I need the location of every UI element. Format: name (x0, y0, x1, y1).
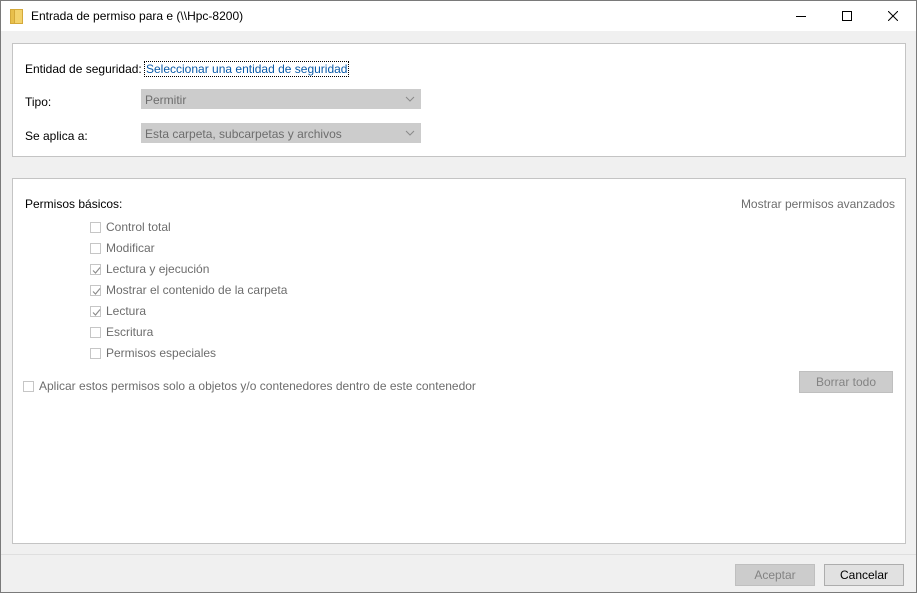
maximize-button[interactable] (824, 1, 870, 31)
type-select-value: Permitir (145, 93, 187, 107)
permission-read-execute[interactable]: Lectura y ejecución (90, 261, 209, 277)
type-select[interactable]: Permitir (141, 89, 421, 109)
checkbox[interactable] (90, 263, 101, 275)
ok-button[interactable]: Aceptar (735, 564, 815, 586)
permission-full-control[interactable]: Control total (90, 219, 171, 235)
permission-label: Modificar (106, 241, 155, 255)
minimize-button[interactable] (778, 1, 824, 31)
cancel-button[interactable]: Cancelar (824, 564, 904, 586)
checkbox[interactable] (90, 305, 101, 317)
close-button[interactable] (870, 1, 916, 31)
permission-label: Lectura (106, 304, 147, 318)
permission-entry-dialog: Entrada de permiso para e (\\Hpc-8200) E… (0, 0, 917, 593)
footer-divider (1, 554, 916, 555)
folder-icon (10, 8, 24, 24)
close-icon (888, 11, 898, 21)
minimize-icon (796, 16, 806, 17)
title-bar[interactable]: Entrada de permiso para e (\\Hpc-8200) (1, 1, 916, 31)
checkbox[interactable] (90, 284, 101, 296)
applies-to-label: Se aplica a: (25, 129, 88, 143)
checkbox[interactable] (90, 326, 101, 338)
checkmark-icon (92, 287, 101, 295)
checkmark-icon (92, 266, 101, 274)
maximize-icon (842, 11, 852, 21)
checkbox[interactable] (90, 347, 101, 359)
permission-special[interactable]: Permisos especiales (90, 345, 216, 361)
permission-label: Escritura (106, 325, 154, 339)
permission-read[interactable]: Lectura (90, 303, 146, 319)
chevron-down-icon (405, 130, 415, 136)
principal-panel: Entidad de seguridad: Seleccionar una en… (12, 43, 906, 157)
permission-label: Mostrar el contenido de la carpeta (106, 283, 288, 297)
window-title: Entrada de permiso para e (\\Hpc-8200) (31, 9, 244, 23)
permissions-panel: Permisos básicos: Mostrar permisos avanz… (12, 178, 906, 544)
permission-list-folder[interactable]: Mostrar el contenido de la carpeta (90, 282, 287, 298)
applies-to-select[interactable]: Esta carpeta, subcarpetas y archivos (141, 123, 421, 143)
apply-only-within-container[interactable]: Aplicar estos permisos solo a objetos y/… (23, 378, 476, 394)
checkbox[interactable] (23, 380, 34, 392)
permission-label: Control total (106, 220, 171, 234)
clear-all-button[interactable]: Borrar todo (799, 371, 893, 393)
show-advanced-permissions-link[interactable]: Mostrar permisos avanzados (741, 197, 895, 211)
apply-only-label: Aplicar estos permisos solo a objetos y/… (39, 379, 476, 393)
permission-modify[interactable]: Modificar (90, 240, 155, 256)
checkmark-icon (92, 308, 101, 316)
checkbox[interactable] (90, 221, 101, 233)
select-principal-link[interactable]: Seleccionar una entidad de seguridad (143, 61, 350, 77)
chevron-down-icon (405, 96, 415, 102)
permission-write[interactable]: Escritura (90, 324, 153, 340)
checkbox[interactable] (90, 242, 101, 254)
type-label: Tipo: (25, 95, 52, 109)
applies-to-select-value: Esta carpeta, subcarpetas y archivos (145, 127, 342, 141)
permission-label: Lectura y ejecución (106, 262, 210, 276)
basic-permissions-heading: Permisos básicos: (25, 197, 123, 211)
permission-label: Permisos especiales (106, 346, 217, 360)
principal-label: Entidad de seguridad: (25, 62, 142, 76)
